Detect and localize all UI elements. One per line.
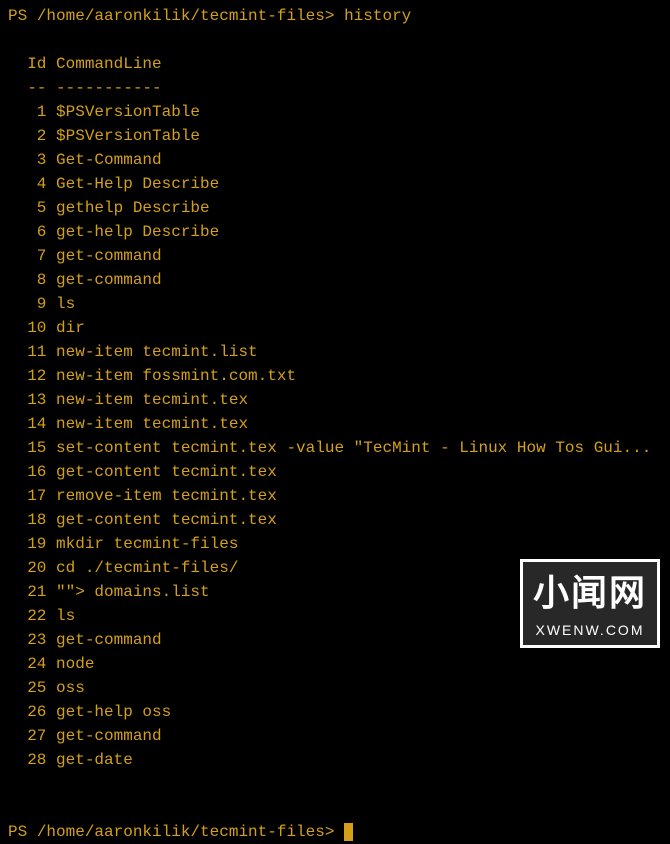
- history-entry: 1 $PSVersionTable: [8, 103, 200, 121]
- terminal-output[interactable]: PS /home/aaronkilik/tecmint-files> histo…: [8, 4, 662, 844]
- history-entry: 7 get-command: [8, 247, 162, 265]
- history-entry: 18 get-content tecmint.tex: [8, 511, 277, 529]
- prompt-command: history: [344, 7, 411, 25]
- history-entry: 9 ls: [8, 295, 75, 313]
- history-entry: 4 Get-Help Describe: [8, 175, 219, 193]
- prompt-path: /home/aaronkilik/tecmint-files: [37, 823, 325, 841]
- history-entry: 22 ls: [8, 607, 75, 625]
- watermark-badge: 小闻网 XWENW.COM: [520, 559, 660, 648]
- prompt-arrow: >: [325, 823, 344, 841]
- history-entry: 27 get-command: [8, 727, 162, 745]
- history-entry: 13 new-item tecmint.tex: [8, 391, 248, 409]
- history-entry: 11 new-item tecmint.list: [8, 343, 258, 361]
- history-entry: 25 oss: [8, 679, 85, 697]
- history-entry: 19 mkdir tecmint-files: [8, 535, 238, 553]
- history-header: Id CommandLine: [8, 55, 162, 73]
- history-entry: 12 new-item fossmint.com.txt: [8, 367, 296, 385]
- watermark-main-text: 小闻网: [533, 566, 647, 620]
- history-entry: 28 get-date: [8, 751, 133, 769]
- history-entry: 14 new-item tecmint.tex: [8, 415, 248, 433]
- history-entry: 20 cd ./tecmint-files/: [8, 559, 238, 577]
- history-entry: 6 get-help Describe: [8, 223, 219, 241]
- prompt-path: /home/aaronkilik/tecmint-files: [37, 7, 325, 25]
- prompt-line-2[interactable]: PS /home/aaronkilik/tecmint-files>: [8, 823, 353, 841]
- history-entry: 23 get-command: [8, 631, 162, 649]
- history-entry: 15 set-content tecmint.tex -value "TecMi…: [8, 439, 651, 457]
- history-entry: 2 $PSVersionTable: [8, 127, 200, 145]
- history-entry: 16 get-content tecmint.tex: [8, 463, 277, 481]
- history-entry: 21 ""> domains.list: [8, 583, 210, 601]
- history-separator: -- -----------: [8, 79, 162, 97]
- history-entry: 8 get-command: [8, 271, 162, 289]
- prompt-line-1: PS /home/aaronkilik/tecmint-files> histo…: [8, 7, 411, 25]
- watermark-sub-text: XWENW.COM: [533, 620, 647, 641]
- history-entry: 24 node: [8, 655, 94, 673]
- history-entry: 3 Get-Command: [8, 151, 162, 169]
- history-entry: 10 dir: [8, 319, 85, 337]
- prompt-ps: PS: [8, 823, 37, 841]
- history-entry: 17 remove-item tecmint.tex: [8, 487, 277, 505]
- history-entry: 26 get-help oss: [8, 703, 171, 721]
- history-entry: 5 gethelp Describe: [8, 199, 210, 217]
- prompt-arrow: >: [325, 7, 344, 25]
- cursor-icon: [344, 823, 353, 841]
- prompt-ps: PS: [8, 7, 37, 25]
